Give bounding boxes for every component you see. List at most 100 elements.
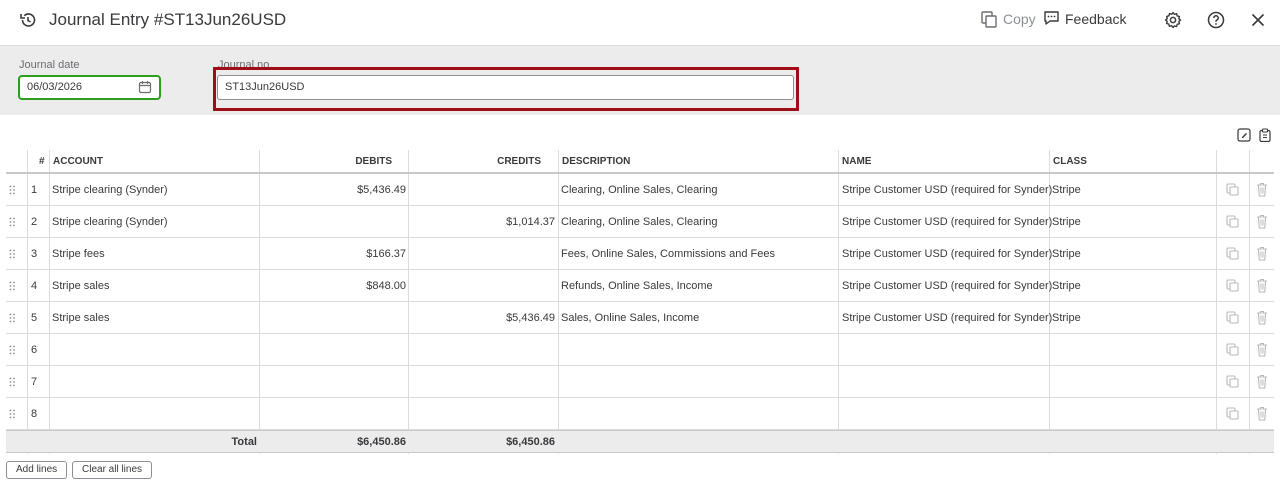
column-header-name: NAME — [842, 156, 872, 167]
name-cell[interactable]: Stripe Customer USD (required for Synder… — [842, 216, 1052, 228]
journal-no-value: ST13Jun26USD — [225, 81, 305, 93]
table-row[interactable]: 6 — [6, 334, 1274, 366]
add-lines-button[interactable]: Add lines — [6, 461, 68, 479]
description-cell[interactable]: Fees, Online Sales, Commissions and Fees — [561, 248, 775, 260]
account-cell[interactable]: Stripe sales — [52, 280, 109, 292]
credit-cell[interactable]: $5,436.49 — [408, 312, 555, 324]
line-number: 6 — [31, 344, 38, 356]
clear-all-lines-button[interactable]: Clear all lines — [72, 461, 153, 479]
duplicate-icon[interactable] — [1226, 183, 1239, 196]
duplicate-icon[interactable] — [1226, 215, 1239, 228]
gear-icon[interactable] — [1163, 10, 1183, 30]
description-cell[interactable]: Clearing, Online Sales, Clearing — [561, 216, 718, 228]
class-cell[interactable]: Stripe — [1052, 280, 1081, 292]
total-row: Total $6,450.86 $6,450.86 — [6, 430, 1274, 453]
name-cell[interactable]: Stripe Customer USD (required for Synder… — [842, 280, 1052, 292]
copy-icon — [981, 11, 997, 28]
table-row[interactable]: 7 — [6, 366, 1274, 398]
name-cell[interactable]: Stripe Customer USD (required for Synder… — [842, 248, 1052, 260]
history-icon[interactable] — [18, 10, 38, 30]
line-number: 7 — [31, 376, 38, 388]
drag-handle-icon[interactable] — [9, 185, 17, 195]
edit-columns-icon[interactable] — [1237, 128, 1251, 142]
column-header-class: CLASS — [1053, 156, 1087, 167]
drag-handle-icon[interactable] — [9, 345, 17, 355]
trash-icon[interactable] — [1256, 310, 1268, 325]
close-icon[interactable] — [1248, 10, 1268, 30]
table-row[interactable]: 2 Stripe clearing (Synder) $1,014.37 Cleari… — [6, 206, 1274, 238]
feedback-label: Feedback — [1065, 10, 1127, 27]
line-number: 5 — [31, 312, 38, 324]
drag-handle-icon[interactable] — [9, 313, 17, 323]
total-label: Total — [231, 436, 257, 448]
line-number: 2 — [31, 216, 38, 228]
duplicate-icon[interactable] — [1226, 407, 1239, 420]
class-cell[interactable]: Stripe — [1052, 248, 1081, 260]
trash-icon[interactable] — [1256, 342, 1268, 357]
class-cell[interactable]: Stripe — [1052, 184, 1081, 196]
class-cell[interactable]: Stripe — [1052, 312, 1081, 324]
trash-icon[interactable] — [1256, 278, 1268, 293]
trash-icon[interactable] — [1256, 182, 1268, 197]
line-number: 4 — [31, 280, 38, 292]
debit-cell[interactable]: $848.00 — [259, 280, 406, 292]
table-row[interactable]: 5 Stripe sales $5,436.49 Sales, Online Sale… — [6, 302, 1274, 334]
table-row[interactable]: 8 — [6, 398, 1274, 430]
total-credits: $6,450.86 — [506, 436, 555, 448]
table-row[interactable]: 3 Stripe fees $166.37 Fees, Online Sales, C… — [6, 238, 1274, 270]
copy-label: Copy — [1003, 11, 1036, 27]
credit-cell[interactable]: $1,014.37 — [408, 216, 555, 228]
drag-handle-icon[interactable] — [9, 217, 17, 227]
page-title: Journal Entry #ST13Jun26USD — [49, 10, 287, 29]
line-number: 3 — [31, 248, 38, 260]
account-cell[interactable]: Stripe fees — [52, 248, 105, 260]
journal-lines-table: # ACCOUNT DEBITS CREDITS DESCRIPTION NAM… — [6, 150, 1274, 454]
copy-button[interactable]: Copy — [980, 10, 1036, 28]
table-header: # ACCOUNT DEBITS CREDITS DESCRIPTION NAM… — [6, 150, 1274, 174]
column-header-credits: CREDITS — [497, 156, 541, 167]
trash-icon[interactable] — [1256, 246, 1268, 261]
table-row[interactable]: 1 Stripe clearing (Synder) $5,436.49 Cleari… — [6, 174, 1274, 206]
account-cell[interactable]: Stripe clearing (Synder) — [52, 216, 168, 228]
table-row[interactable]: 4 Stripe sales $848.00 Refunds, Online Sale… — [6, 270, 1274, 302]
paste-icon[interactable] — [1258, 128, 1272, 142]
line-number: 8 — [31, 408, 38, 420]
journal-no-field[interactable]: ST13Jun26USD — [217, 75, 794, 100]
calendar-icon[interactable] — [138, 80, 152, 94]
trash-icon[interactable] — [1256, 214, 1268, 229]
duplicate-icon[interactable] — [1226, 247, 1239, 260]
drag-handle-icon[interactable] — [9, 249, 17, 259]
line-number: 1 — [31, 184, 38, 196]
duplicate-icon[interactable] — [1226, 279, 1239, 292]
name-cell[interactable]: Stripe Customer USD (required for Synder… — [842, 312, 1052, 324]
feedback-icon — [1044, 11, 1059, 25]
trash-icon[interactable] — [1256, 406, 1268, 421]
duplicate-icon[interactable] — [1226, 311, 1239, 324]
column-header-debits: DEBITS — [355, 156, 392, 167]
trash-icon[interactable] — [1256, 374, 1268, 389]
column-header-description: DESCRIPTION — [562, 156, 631, 167]
account-cell[interactable]: Stripe sales — [52, 312, 109, 324]
drag-handle-icon[interactable] — [9, 377, 17, 387]
drag-handle-icon[interactable] — [9, 281, 17, 291]
class-cell[interactable]: Stripe — [1052, 216, 1081, 228]
account-cell[interactable]: Stripe clearing (Synder) — [52, 184, 168, 196]
description-cell[interactable]: Refunds, Online Sales, Income — [561, 280, 713, 292]
journal-date-label: Journal date — [19, 59, 80, 71]
journal-date-field[interactable]: 06/03/2026 — [18, 75, 161, 100]
help-icon[interactable] — [1206, 10, 1226, 30]
column-header-number: # — [39, 156, 45, 167]
feedback-button[interactable]: Feedback — [1043, 10, 1126, 27]
debit-cell[interactable]: $166.37 — [259, 248, 406, 260]
duplicate-icon[interactable] — [1226, 343, 1239, 356]
header: Journal Entry #ST13Jun26USD Copy Feedbac… — [0, 0, 1280, 46]
description-cell[interactable]: Clearing, Online Sales, Clearing — [561, 184, 718, 196]
description-cell[interactable]: Sales, Online Sales, Income — [561, 312, 699, 324]
column-header-account: ACCOUNT — [53, 156, 103, 167]
total-debits: $6,450.86 — [357, 436, 406, 448]
duplicate-icon[interactable] — [1226, 375, 1239, 388]
drag-handle-icon[interactable] — [9, 409, 17, 419]
journal-date-value: 06/03/2026 — [27, 81, 83, 93]
debit-cell[interactable]: $5,436.49 — [259, 184, 406, 196]
name-cell[interactable]: Stripe Customer USD (required for Synder… — [842, 184, 1052, 196]
